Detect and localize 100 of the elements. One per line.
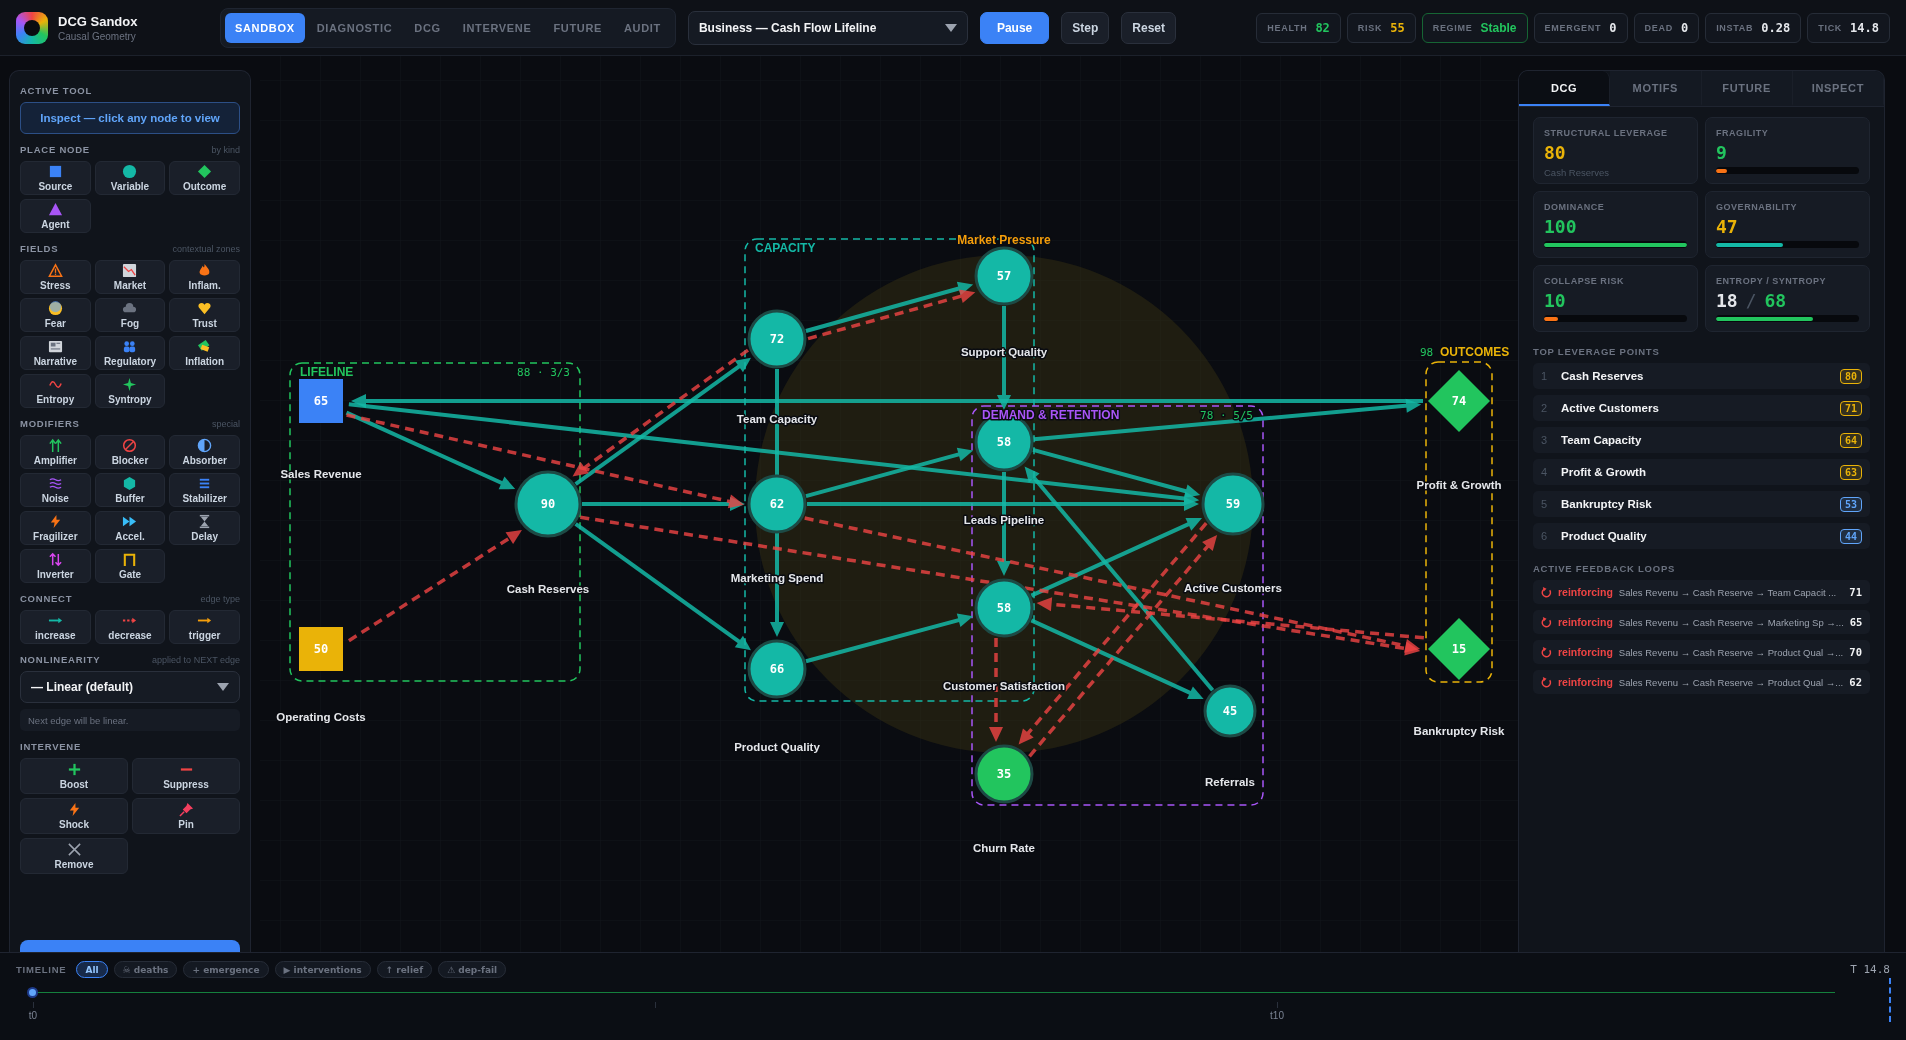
leverage-row[interactable]: 5 Bankruptcy Risk 53 <box>1533 491 1870 517</box>
score-badge: 63 <box>1839 464 1862 480</box>
tool-button[interactable]: Suppress <box>132 758 240 794</box>
tool-button[interactable]: Entropy <box>20 374 91 408</box>
loop-row[interactable]: reinforcing Sales Revenu → Cash Reserve → Marketing Sp →... 65 <box>1533 610 1870 634</box>
filter-chip[interactable]: ▶ interventions <box>274 961 371 978</box>
node-value: 90 <box>540 497 556 511</box>
inspector-tab[interactable]: DCG <box>1519 71 1611 106</box>
loop-path: Sales Revenu → Cash Reserve → Product Qual →... <box>1618 646 1844 658</box>
tool-button[interactable]: Agent <box>20 199 91 233</box>
zone-label: LIFELINE <box>300 365 354 379</box>
inspector-tab[interactable]: FUTURE <box>1701 71 1793 106</box>
timeline-title: TIMELINE <box>16 964 67 975</box>
tool-button[interactable]: Stabilizer <box>169 473 240 507</box>
tool-button[interactable]: increase <box>20 610 91 644</box>
loop-row[interactable]: reinforcing Sales Revenu → Cash Reserve → Product Qual →... 70 <box>1533 640 1870 664</box>
tool-button[interactable]: Absorber <box>169 435 240 469</box>
tool-button[interactable]: Buffer <box>94 473 166 507</box>
section-title: ACTIVE TOOL <box>20 85 93 96</box>
tick-label: t0 <box>28 1010 38 1021</box>
control-button[interactable]: Pause <box>979 11 1050 44</box>
rank: 6 <box>1541 530 1549 542</box>
inspect-tool-button[interactable]: Inspect — click any node to view <box>20 102 240 134</box>
loop-type: reinforcing <box>1558 616 1613 628</box>
tool-button[interactable]: Stress <box>20 260 91 294</box>
loop-score: 62 <box>1849 676 1862 688</box>
tool-button[interactable]: Noise <box>20 473 91 507</box>
mode-tab[interactable]: SANDBOX <box>225 12 305 43</box>
leverage-name: Profit & Growth <box>1561 466 1647 478</box>
tool-button[interactable]: Amplifier <box>20 435 91 469</box>
stat-label: DEAD <box>1644 22 1673 33</box>
mode-tab[interactable]: DCG <box>404 12 451 43</box>
stat-label: INSTAB <box>1716 22 1754 33</box>
section-hint: special <box>212 419 240 429</box>
filter-chip[interactable]: ↑ relief <box>376 961 433 978</box>
leverage-row[interactable]: 2 Active Customers 71 <box>1533 395 1870 421</box>
leverage-row[interactable]: 3 Team Capacity 64 <box>1533 427 1870 453</box>
tool-button[interactable]: Shock <box>20 798 128 834</box>
tool-button[interactable]: Narrative <box>20 336 91 370</box>
tool-button[interactable]: Inflam. <box>169 260 240 294</box>
leverage-name: Cash Reserves <box>1561 370 1645 382</box>
section-hint: by kind <box>211 145 240 155</box>
loop-path: Sales Revenu → Cash Reserve → Product Qual →... <box>1618 676 1844 688</box>
zone-label: DEMAND & RETENTION <box>982 408 1120 422</box>
rank: 4 <box>1541 466 1549 478</box>
filter-chip[interactable]: ☠ deaths <box>113 961 178 978</box>
tool-button[interactable]: Fear <box>20 298 91 332</box>
tool-button[interactable]: Boost <box>20 758 128 794</box>
tool-button[interactable]: Inflation <box>169 336 240 370</box>
section-title: PLACE NODE <box>20 144 90 155</box>
tool-button[interactable]: Trust <box>169 298 240 332</box>
nonlinearity-dropdown[interactable]: — Linear (default) <box>20 671 240 703</box>
mode-tab[interactable]: AUDIT <box>614 12 671 43</box>
tool-button[interactable]: Gate <box>94 549 166 583</box>
node-value: 74 <box>1451 394 1467 408</box>
inspector-tab[interactable]: MOTIFS <box>1610 71 1702 106</box>
stat-value: 0 <box>1609 20 1617 35</box>
node-value: 35 <box>996 767 1012 781</box>
loop-type: reinforcing <box>1558 586 1613 598</box>
tool-button[interactable]: Fog <box>94 298 166 332</box>
control-button[interactable]: Reset <box>1121 11 1176 44</box>
mode-tab[interactable]: FUTURE <box>543 12 612 43</box>
leverage-row[interactable]: 6 Product Quality 44 <box>1533 523 1870 549</box>
control-button[interactable]: Step <box>1061 11 1110 44</box>
app-subtitle: Causal Geometry <box>58 30 137 42</box>
tool-button[interactable]: Regulatory <box>94 336 166 370</box>
separator: / <box>1745 290 1757 311</box>
mode-tab[interactable]: DIAGNOSTIC <box>306 12 403 43</box>
tool-button[interactable]: Variable <box>94 161 166 195</box>
tool-button[interactable]: trigger <box>169 610 240 644</box>
tool-button[interactable]: Inverter <box>20 549 91 583</box>
stat-value: 55 <box>1390 20 1405 35</box>
filter-chip[interactable]: ⚠ dep-fail <box>438 961 507 978</box>
loop-row[interactable]: reinforcing Sales Revenu → Cash Reserve → Team Capacit ... 71 <box>1533 580 1870 604</box>
tool-button[interactable]: Blocker <box>94 435 166 469</box>
tool-button[interactable]: Source <box>20 161 91 195</box>
stat-value: 0.28 <box>1761 20 1791 35</box>
tool-button[interactable]: Remove <box>20 838 128 874</box>
leverage-row[interactable]: 1 Cash Reserves 80 <box>1533 363 1870 389</box>
hint-text: Next edge will be linear. <box>20 709 240 731</box>
tool-button[interactable]: Pin <box>132 798 240 834</box>
leverage-row[interactable]: 4 Profit & Growth 63 <box>1533 459 1870 485</box>
scenario-dropdown[interactable]: Business — Cash Flow Lifeline <box>687 10 968 45</box>
loop-row[interactable]: reinforcing Sales Revenu → Cash Reserve → Product Qual →... 62 <box>1533 670 1870 694</box>
inspector-tab[interactable]: INSPECT <box>1792 71 1884 106</box>
stat-label: HEALTH <box>1267 22 1308 33</box>
tool-button[interactable]: Market <box>94 260 166 294</box>
mode-tab[interactable]: INTERVENE <box>452 12 542 43</box>
tool-button[interactable]: Fragilizer <box>20 511 91 545</box>
tool-button[interactable]: Outcome <box>169 161 240 195</box>
rank: 3 <box>1541 434 1549 446</box>
tool-button[interactable]: Accel. <box>94 511 166 545</box>
tool-button[interactable]: Syntropy <box>94 374 166 408</box>
node-value: 58 <box>996 435 1012 449</box>
leverage-name: Product Quality <box>1561 530 1648 542</box>
filter-chip[interactable]: All <box>76 961 108 978</box>
filter-chip[interactable]: + emergence <box>183 961 269 978</box>
tool-button[interactable]: decrease <box>94 610 166 644</box>
tool-button[interactable]: Delay <box>169 511 240 545</box>
node-label: Referrals <box>1205 776 1255 788</box>
